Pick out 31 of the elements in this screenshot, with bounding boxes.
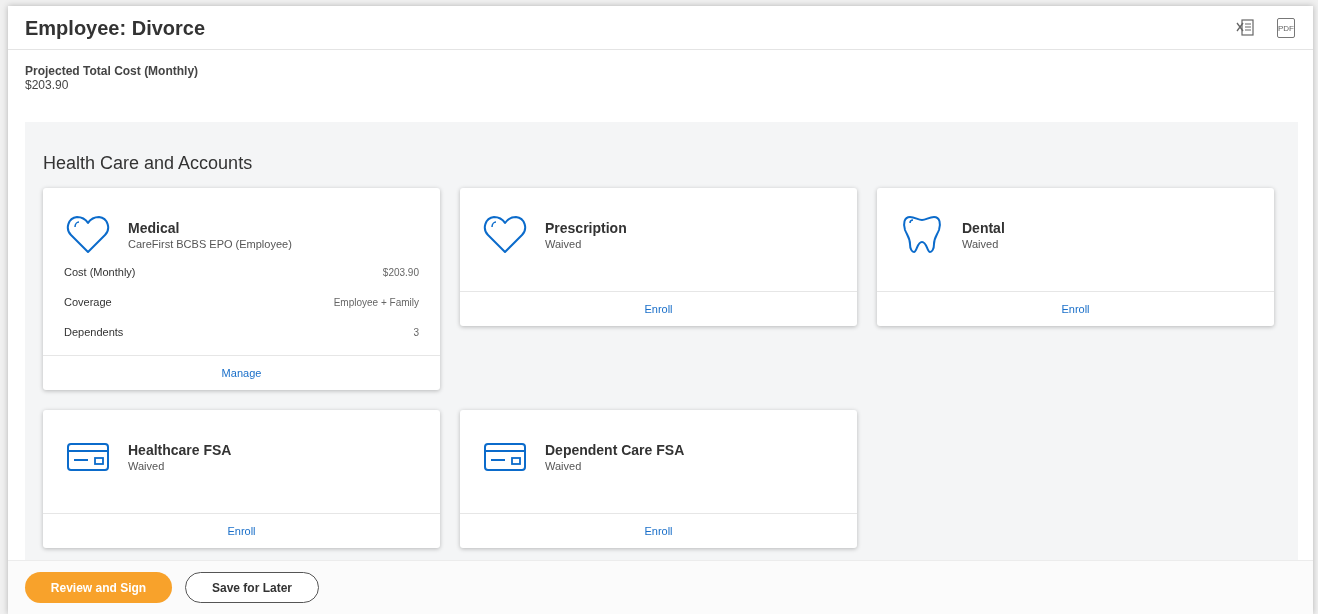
summary-label: Projected Total Cost (Monthly) (25, 64, 200, 78)
detail-value: Employee + Family (333, 296, 419, 310)
card-action-link[interactable]: Enroll (644, 522, 673, 540)
detail-label: Cost (Monthly) (64, 265, 136, 281)
card-title: Medical (128, 220, 181, 237)
detail-value: $203.90 (382, 266, 419, 280)
export-excel-icon[interactable] (1235, 17, 1255, 38)
card-action-link[interactable]: Enroll (1061, 300, 1090, 318)
card-title: Prescription (545, 220, 627, 237)
heart-icon (483, 214, 527, 254)
page-title: Employee: Divorce (25, 15, 206, 41)
card-title: Dental (962, 220, 1005, 237)
secondary-button[interactable]: Save for Later (185, 572, 319, 603)
card-action-link[interactable]: Manage (221, 364, 262, 382)
card-subtitle: Waived (128, 459, 166, 474)
card-subtitle: Waived (545, 459, 583, 474)
card-title: Dependent Care FSA (545, 442, 685, 459)
detail-value: 3 (413, 326, 419, 340)
export-pdf-button[interactable]: PDF (1277, 17, 1295, 38)
heart-icon (66, 214, 110, 254)
detail-label: Coverage (64, 295, 112, 311)
tooth-icon (900, 214, 944, 254)
section-title: Health Care and Accounts (43, 152, 254, 174)
card-subtitle: CareFirst BCBS EPO (Employee) (128, 237, 292, 252)
card-subtitle: Waived (545, 237, 583, 252)
card-action-link[interactable]: Enroll (227, 522, 256, 540)
card-action-link[interactable]: Enroll (644, 300, 673, 318)
detail-label: Dependents (64, 325, 124, 341)
card-title: Healthcare FSA (128, 442, 232, 459)
summary-value: $203.90 (25, 78, 70, 92)
card-subtitle: Waived (962, 237, 1000, 252)
